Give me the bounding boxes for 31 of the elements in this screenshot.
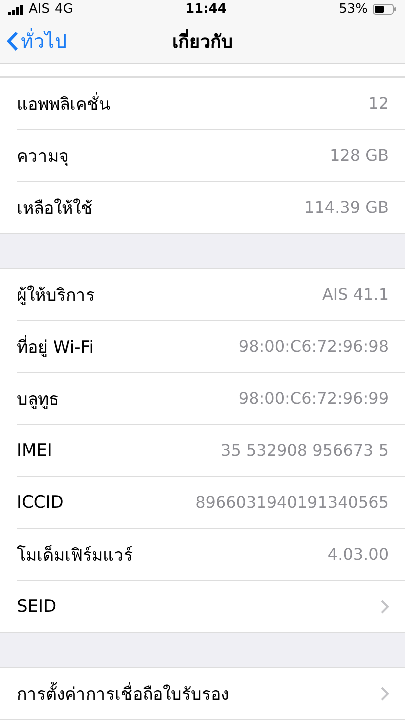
back-button[interactable]: ทั่วไป [6,20,67,63]
row-label: บลูทูธ [17,389,59,412]
signal-icon [8,4,24,15]
row-label[interactable]: การตั้งค่าการเชื่อถือใบรับรอง [17,680,229,708]
chevron-icon [381,686,389,701]
row-value: 8966031940191340565 [196,493,389,512]
row-label: ผู้ให้บริการ [17,284,95,308]
chevron-icon [381,600,389,614]
row-value: AIS 41.1 [322,285,389,304]
row-value: 35 532908 956673 5 [221,441,389,460]
row-label: IMEI [17,440,52,461]
row-label: ที่อยู่ Wi-Fi [17,333,94,360]
network-type: 4G [54,2,74,18]
row-label: เหลือให้ใช้ [17,198,93,222]
row-value: 114.39 GB [304,198,389,218]
row-label: โมเด็มเฟิร์มแวร์ [17,544,133,568]
carrier-name: AIS [29,2,50,18]
row-label: แอพพลิเคชั่น [17,90,111,118]
row-value: 98:00:C6:72:96:98 [238,337,389,356]
row-label: ICCID [17,492,64,513]
battery-icon [372,4,397,16]
page-title: เกี่ยวกับ [172,26,232,56]
row-value: 128 GB [330,146,389,166]
row-label: ความจุ [17,146,69,170]
row-value: 98:00:C6:72:96:99 [238,389,389,408]
status-time: 11:44 [186,2,227,18]
row-value: 12 [368,94,389,114]
row-value: 4.03.00 [328,545,389,564]
chevron-left-icon [6,30,19,52]
row-label[interactable]: SEID [17,596,57,617]
battery-percent: 53% [339,2,368,18]
